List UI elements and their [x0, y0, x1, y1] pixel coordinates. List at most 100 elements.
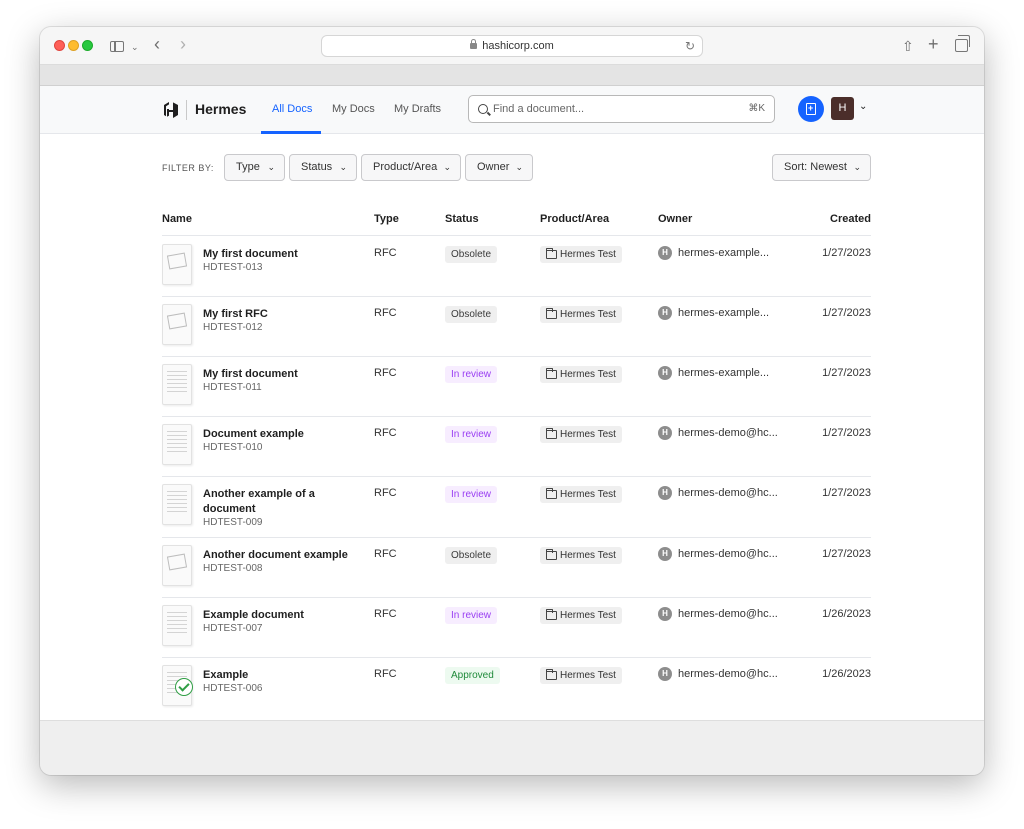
document-title[interactable]: My first document [203, 367, 353, 382]
document-type: RFC [374, 487, 397, 499]
document-id: HDTEST-007 [203, 623, 263, 634]
product-filter-button[interactable]: Product/Area ⌄ [361, 154, 461, 181]
zoom-window-button[interactable] [82, 40, 93, 51]
column-header-owner[interactable]: Owner [658, 213, 692, 225]
created-date: 1/27/2023 [822, 307, 871, 319]
chevron-down-icon: ⌄ [339, 162, 347, 172]
folder-icon [546, 609, 557, 620]
new-document-button[interactable] [798, 96, 824, 122]
chevron-down-icon[interactable]: ⌄ [859, 101, 867, 112]
product-label: Hermes Test [560, 309, 616, 320]
app-title[interactable]: Hermes [195, 101, 246, 117]
new-document-icon [806, 103, 816, 115]
document-title[interactable]: Another document example [203, 548, 353, 563]
document-id: HDTEST-008 [203, 563, 263, 574]
table-row[interactable]: My first RFC HDTEST-012 RFC Obsolete Hermes … [40, 296, 984, 356]
reload-icon[interactable]: ↻ [685, 36, 695, 56]
share-icon[interactable]: ⇧ [902, 36, 914, 56]
lock-icon [470, 39, 478, 49]
table-row[interactable]: My first document HDTEST-013 RFC Obsolete He… [40, 236, 984, 296]
product-filter-label: Product/Area [373, 161, 438, 173]
tab-my-drafts[interactable]: My Drafts [394, 103, 441, 115]
table-row[interactable]: Example document HDTEST-007 RFC In review He… [40, 597, 984, 657]
draft-thumbnail-mark [166, 252, 188, 270]
user-avatar[interactable]: H [831, 97, 854, 120]
owner-email: hermes-example... [678, 367, 770, 379]
status-filter-button[interactable]: Status ⌄ [289, 154, 357, 181]
tab-my-docs[interactable]: My Docs [332, 103, 375, 115]
new-tab-icon[interactable]: + [928, 34, 939, 54]
forward-arrow-icon[interactable]: › [180, 34, 186, 54]
owner-email: hermes-demo@hc... [678, 608, 778, 620]
owner-avatar: H [658, 426, 672, 440]
document-title[interactable]: My first document [203, 247, 353, 262]
folder-icon [546, 488, 557, 499]
product-label: Hermes Test [560, 489, 616, 500]
owner-filter-button[interactable]: Owner ⌄ [465, 154, 533, 181]
document-title[interactable]: Example [203, 668, 353, 683]
search-input[interactable]: Find a document... ⌘K [468, 95, 775, 123]
type-filter-button[interactable]: Type ⌄ [224, 154, 285, 181]
status-badge: In review [445, 366, 498, 383]
document-thumbnail[interactable] [162, 545, 192, 586]
column-header-type[interactable]: Type [374, 213, 399, 225]
document-thumbnail[interactable] [162, 244, 192, 285]
created-date: 1/27/2023 [822, 548, 871, 560]
column-header-status[interactable]: Status [445, 213, 479, 225]
owner-avatar: H [658, 607, 672, 621]
column-header-name[interactable]: Name [162, 213, 192, 225]
folder-icon [546, 549, 557, 560]
tab-overview-icon[interactable] [955, 35, 970, 52]
table-row[interactable]: Another example of a document HDTEST-009 R… [40, 476, 984, 537]
document-thumbnail[interactable] [162, 364, 192, 405]
document-thumbnail[interactable] [162, 424, 192, 465]
back-arrow-icon[interactable]: ‹ [154, 34, 160, 54]
document-title[interactable]: Another example of a document [203, 487, 353, 517]
column-header-created[interactable]: Created [830, 213, 871, 225]
approved-check-icon [175, 678, 193, 696]
created-date: 1/27/2023 [822, 367, 871, 379]
owner-avatar: H [658, 667, 672, 681]
owner-avatar: H [658, 366, 672, 380]
product-badge: Hermes Test [540, 607, 622, 624]
document-thumbnail[interactable] [162, 304, 192, 345]
document-type: RFC [374, 668, 397, 680]
minimize-window-button[interactable] [68, 40, 79, 51]
document-title[interactable]: Document example [203, 427, 353, 442]
product-label: Hermes Test [560, 249, 616, 260]
thumbnail-text-lines [167, 491, 187, 513]
folder-icon [546, 308, 557, 319]
document-thumbnail[interactable] [162, 665, 193, 706]
status-badge: Obsolete [445, 246, 498, 263]
table-row[interactable]: Another document example HDTEST-008 RFC Obs… [40, 537, 984, 597]
thumbnail-text-lines [167, 612, 187, 634]
column-header-product[interactable]: Product/Area [540, 213, 609, 225]
owner-email: hermes-demo@hc... [678, 668, 778, 680]
document-type: RFC [374, 427, 397, 439]
document-id: HDTEST-010 [203, 442, 263, 453]
document-thumbnail[interactable] [162, 484, 192, 525]
close-window-button[interactable] [54, 40, 65, 51]
document-title[interactable]: Example document [203, 608, 353, 623]
document-id: HDTEST-012 [203, 322, 263, 333]
address-bar[interactable]: hashicorp.com ↻ [321, 35, 703, 57]
tab-all-docs[interactable]: All Docs [272, 103, 312, 115]
status-badge: Obsolete [445, 547, 498, 564]
table-row[interactable]: My first document HDTEST-011 RFC In review H… [40, 356, 984, 416]
chevron-down-icon[interactable]: ⌄ [131, 37, 139, 57]
document-type: RFC [374, 367, 397, 379]
window-footer-area [40, 720, 984, 775]
document-id: HDTEST-006 [203, 683, 263, 694]
search-placeholder: Find a document... [493, 103, 585, 115]
document-title[interactable]: My first RFC [203, 307, 353, 322]
document-thumbnail[interactable] [162, 605, 192, 646]
sort-dropdown[interactable]: Sort: Newest ⌄ [772, 154, 871, 181]
owner-email: hermes-demo@hc... [678, 548, 778, 560]
sidebar-toggle-icon[interactable] [110, 41, 124, 52]
table-row[interactable]: Example HDTEST-006 RFC Approved Hermes Test H… [40, 657, 984, 719]
table-row[interactable]: Document example HDTEST-010 RFC In review He… [40, 416, 984, 476]
page-content: Hermes All Docs My Docs My Drafts Find a… [40, 86, 984, 720]
hashicorp-logo-icon[interactable] [162, 101, 180, 119]
status-badge: Approved [445, 667, 500, 684]
status-badge: Obsolete [445, 306, 498, 323]
